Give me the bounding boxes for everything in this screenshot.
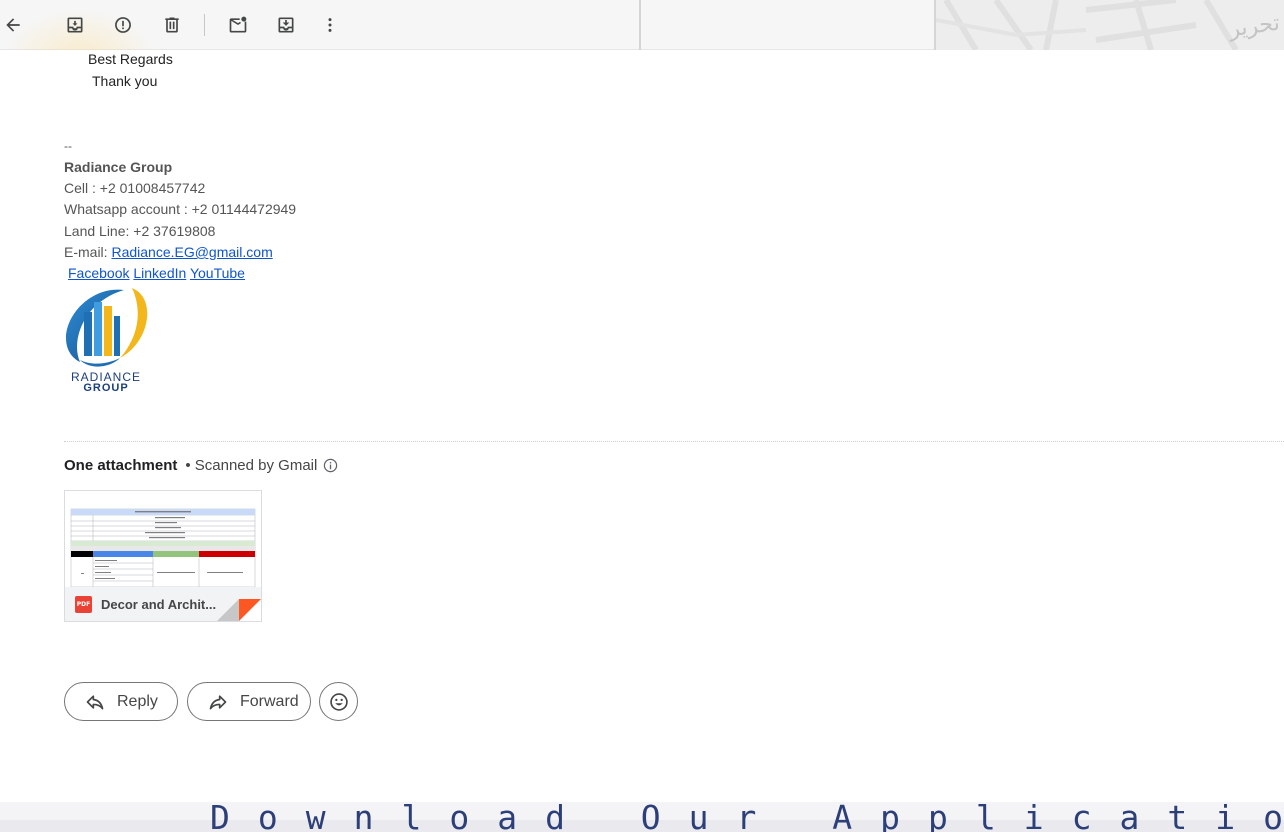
more-vert-icon bbox=[328, 18, 332, 32]
info-icon[interactable] bbox=[323, 458, 338, 473]
delete-button[interactable] bbox=[155, 8, 189, 42]
signature-whatsapp: Whatsapp account : +2 01144472949 bbox=[64, 201, 297, 217]
mark-unread-button[interactable] bbox=[221, 8, 255, 42]
back-arrow-icon bbox=[6, 18, 20, 32]
attachments-scanned-label: • Scanned by Gmail bbox=[185, 457, 318, 474]
pdf-file-icon: PDF bbox=[75, 595, 92, 613]
attachments-divider bbox=[64, 441, 1284, 442]
archive-icon bbox=[67, 17, 83, 33]
signature-cell: Cell : +2 01008457742 bbox=[64, 180, 206, 196]
document-preview bbox=[70, 508, 256, 588]
side-panel-overlay: تحرير bbox=[936, 0, 1284, 50]
emoji-reaction-button[interactable] bbox=[319, 682, 358, 721]
archive-button[interactable] bbox=[58, 8, 92, 42]
signature-email-label: E-mail: bbox=[64, 244, 112, 260]
toolbar: تحرير bbox=[0, 0, 1284, 50]
forward-button[interactable]: Forward bbox=[187, 682, 311, 721]
report-spam-icon bbox=[115, 17, 131, 33]
facebook-link[interactable]: Facebook bbox=[68, 265, 129, 281]
reply-label: Reply bbox=[117, 692, 158, 710]
doc-col-blue bbox=[93, 551, 153, 557]
signature-social-links: Facebook LinkedIn YouTube bbox=[68, 265, 245, 282]
signature-landline: Land Line: +2 37619808 bbox=[64, 223, 216, 239]
doc-col-green bbox=[153, 551, 199, 557]
radiance-group-logo: RADIANCE GROUP bbox=[66, 288, 148, 392]
doc-row-band bbox=[71, 546, 255, 551]
pane-separator bbox=[639, 0, 641, 50]
linkedin-link[interactable]: LinkedIn bbox=[133, 265, 186, 281]
more-options-button[interactable] bbox=[313, 8, 347, 42]
attachment-filename: Decor and Archit... bbox=[101, 596, 217, 612]
reply-button[interactable]: Reply bbox=[64, 682, 178, 721]
signature-email-link[interactable]: Radiance.EG@gmail.com bbox=[111, 244, 272, 260]
logo-bar bbox=[84, 312, 92, 356]
page-fold-corner bbox=[217, 599, 261, 621]
youtube-link[interactable]: YouTube bbox=[190, 265, 245, 281]
attachments-header: One attachment • Scanned by Gmail bbox=[64, 457, 338, 474]
attachments-title: One attachment bbox=[64, 457, 178, 474]
attachment-thumbnail bbox=[65, 491, 261, 588]
logo-bar bbox=[114, 316, 120, 356]
message-closing: Best Regards bbox=[88, 51, 173, 67]
forward-icon bbox=[209, 694, 227, 709]
doc-col-red bbox=[199, 551, 255, 557]
doc-col-black bbox=[71, 551, 93, 557]
banner-text: Download Our Application bbox=[210, 802, 1284, 832]
attachment-card[interactable]: PDF Decor and Archit... bbox=[64, 490, 262, 622]
mark-unread-icon bbox=[229, 16, 247, 33]
move-to-button[interactable] bbox=[269, 8, 303, 42]
toolbar-divider bbox=[204, 14, 205, 36]
logo-blue-base bbox=[80, 358, 120, 367]
back-button[interactable] bbox=[0, 8, 30, 42]
move-to-icon bbox=[278, 17, 294, 33]
reply-icon bbox=[86, 694, 104, 709]
doc-section-band bbox=[71, 541, 255, 546]
logo-bar bbox=[94, 302, 102, 356]
report-spam-button[interactable] bbox=[106, 8, 140, 42]
signature-email-row: E-mail: Radiance.EG@gmail.com bbox=[64, 244, 273, 261]
delete-icon bbox=[165, 17, 179, 33]
logo-yellow-swoosh bbox=[120, 288, 148, 358]
logo-text-line2: GROUP bbox=[83, 382, 128, 392]
forward-label: Forward bbox=[240, 692, 299, 710]
download-app-banner[interactable]: Download Our Application bbox=[0, 802, 1284, 832]
logo-bar bbox=[104, 306, 112, 356]
emoji-smile-icon bbox=[329, 692, 348, 711]
signature-separator: -- bbox=[64, 139, 72, 153]
message-thanks: Thank you bbox=[92, 73, 158, 89]
signature-company: Radiance Group bbox=[64, 159, 173, 175]
